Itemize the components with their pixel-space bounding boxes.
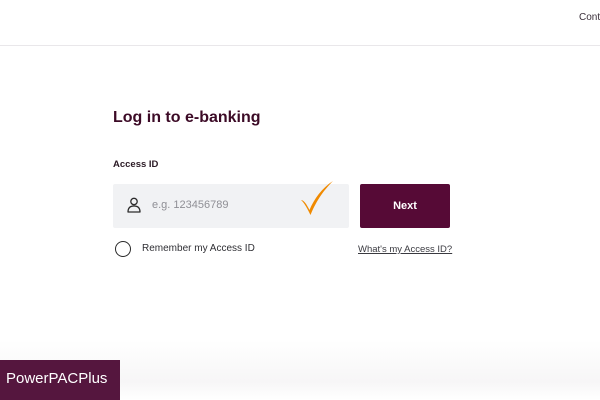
user-icon [127, 197, 141, 213]
access-id-input[interactable]: e.g. 123456789 [113, 181, 349, 228]
remember-access-id-label: Remember my Access ID [142, 243, 255, 254]
contact-link[interactable]: Cont [579, 12, 600, 23]
top-header: Cont [0, 0, 600, 46]
whats-my-access-id-link[interactable]: What's my Access ID? [358, 244, 452, 255]
watermark-text: PowerPACPlus [6, 370, 108, 387]
watermark-badge: PowerPACPlus [0, 360, 120, 400]
check-mark-icon [301, 181, 333, 215]
login-page: Cont Log in to e-banking Access ID e.g. … [0, 0, 600, 400]
next-button[interactable]: Next [360, 184, 450, 228]
radio-unchecked-icon[interactable] [115, 241, 131, 257]
access-id-placeholder: e.g. 123456789 [152, 199, 229, 211]
page-title: Log in to e-banking [113, 109, 261, 126]
access-id-label: Access ID [113, 159, 159, 170]
